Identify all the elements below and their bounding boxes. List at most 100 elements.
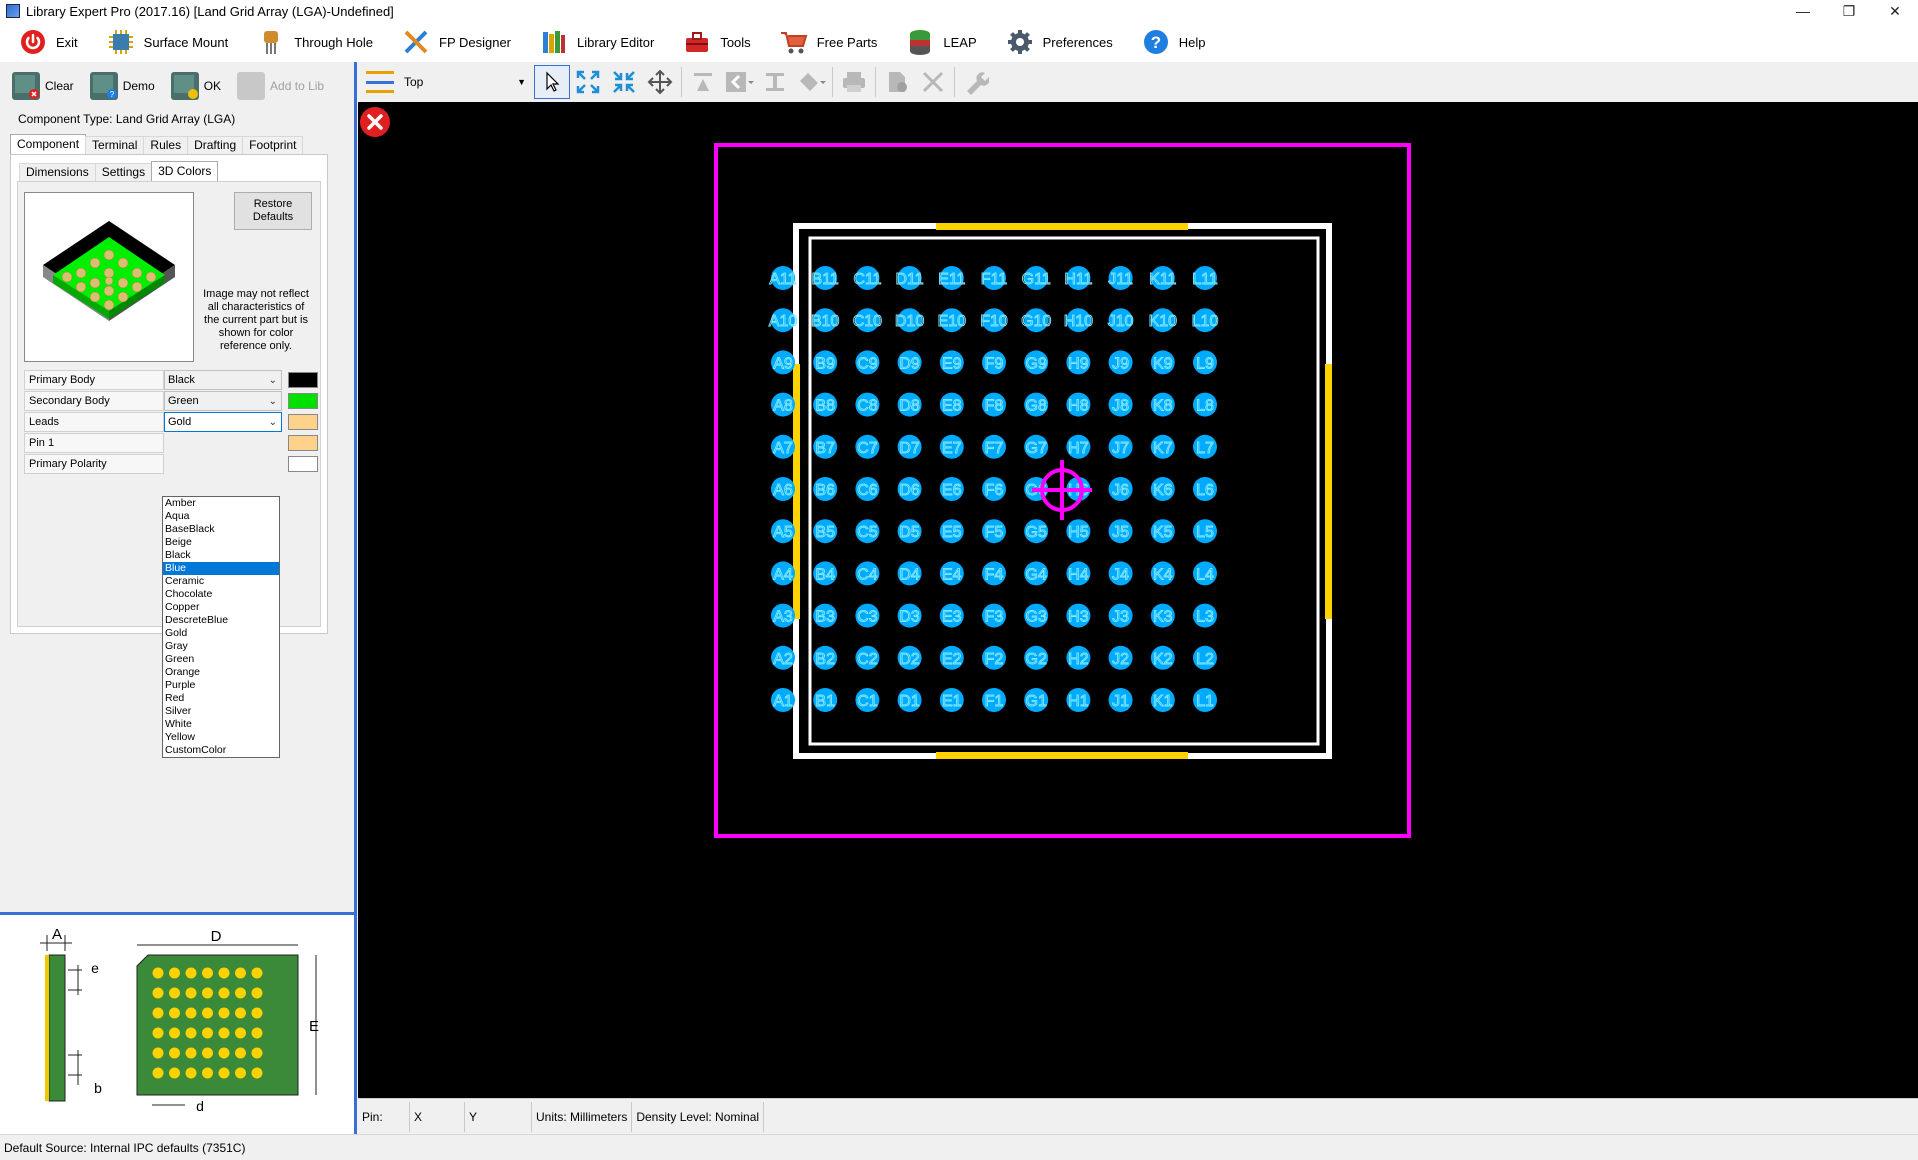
pad[interactable]: K7	[1150, 434, 1175, 459]
align-button[interactable]	[685, 65, 721, 99]
menu-free-parts[interactable]: Free Parts	[761, 22, 888, 62]
pad[interactable]: E10	[937, 308, 967, 333]
pad[interactable]: J6	[1108, 477, 1133, 501]
menu-through-hole[interactable]: Through Hole	[238, 22, 383, 62]
pad[interactable]: A11	[769, 266, 797, 290]
select-tool-button[interactable]	[534, 65, 570, 99]
pad[interactable]: A9	[771, 350, 795, 375]
menu-fp-designer[interactable]: FP Designer	[383, 22, 521, 62]
pad[interactable]: K4	[1150, 561, 1175, 586]
pad[interactable]: D1	[897, 688, 922, 712]
pad[interactable]: F5	[982, 519, 1006, 544]
ok-button[interactable]: OK	[170, 72, 221, 100]
tab-dimensions[interactable]: Dimensions	[19, 163, 96, 181]
dropdown-option[interactable]: Yellow	[163, 731, 279, 744]
pad[interactable]: D6	[897, 477, 922, 501]
primary-body-swatch[interactable]	[288, 372, 318, 388]
pad[interactable]: F7	[982, 434, 1006, 459]
pad[interactable]: F6	[982, 477, 1006, 501]
pad[interactable]: D9	[897, 350, 922, 375]
pad[interactable]: H9	[1066, 350, 1091, 375]
spacing-button[interactable]	[757, 65, 793, 99]
dropdown-option-selected[interactable]: Blue	[163, 562, 279, 575]
dropdown-option[interactable]: White	[163, 718, 279, 731]
pad[interactable]: J5	[1108, 519, 1133, 544]
pad[interactable]: D2	[897, 645, 922, 670]
pad[interactable]: C4	[855, 561, 880, 586]
pad[interactable]: B6	[813, 477, 838, 501]
pad[interactable]: C11	[853, 266, 882, 290]
dropdown-option[interactable]: BaseBlack	[163, 523, 279, 536]
pad[interactable]: E5	[939, 519, 964, 544]
pad[interactable]: C6	[855, 477, 880, 501]
pad[interactable]: F3	[982, 603, 1006, 628]
pad[interactable]: J9	[1108, 350, 1133, 375]
layer-select[interactable]: Top ▼	[366, 67, 534, 97]
pad[interactable]: G2	[1024, 645, 1049, 670]
pad[interactable]: G3	[1024, 603, 1049, 628]
pad[interactable]: G5	[1024, 519, 1049, 544]
pad[interactable]: J2	[1108, 645, 1133, 670]
pad[interactable]: D10	[894, 308, 925, 333]
pad[interactable]: J7	[1108, 434, 1133, 459]
tab-component[interactable]: Component	[10, 134, 87, 154]
pad[interactable]: G7	[1024, 434, 1049, 459]
pad[interactable]: K2	[1150, 645, 1175, 670]
pad[interactable]: L5	[1193, 519, 1217, 544]
pad[interactable]: G1	[1024, 688, 1049, 712]
pad[interactable]: J4	[1108, 561, 1133, 586]
tab-rules[interactable]: Rules	[143, 136, 189, 154]
pad[interactable]: H2	[1066, 645, 1091, 670]
dropdown-option[interactable]: Orange	[163, 666, 279, 679]
pad[interactable]: C1	[855, 688, 880, 712]
dropdown-option[interactable]: Beige	[163, 536, 279, 549]
pad[interactable]: L1	[1193, 688, 1217, 712]
add-element-button[interactable]	[879, 65, 915, 99]
dropdown-option[interactable]: Gold	[163, 627, 279, 640]
leads-select[interactable]: Gold ⌄	[164, 412, 282, 432]
pad[interactable]: F11	[980, 266, 1008, 290]
pad[interactable]: G11	[1021, 266, 1051, 290]
pad[interactable]: D3	[897, 603, 922, 628]
pad[interactable]: K3	[1150, 603, 1175, 628]
pad[interactable]: F4	[982, 561, 1006, 586]
pad[interactable]: E1	[939, 688, 964, 712]
footprint-drawing[interactable]: A11 B11 C11 D11 E11 F11 G11 H11 J11 K11 L11 A10 B10 C…	[358, 102, 1918, 1098]
close-window-button[interactable]: ✕	[1872, 0, 1918, 22]
pad[interactable]: B5	[813, 519, 838, 544]
pad[interactable]: B4	[813, 561, 838, 586]
dropdown-option[interactable]: Aqua	[163, 510, 279, 523]
restore-button[interactable]: ❐	[1826, 0, 1872, 22]
menu-exit[interactable]: Exit	[0, 22, 88, 62]
secondary-body-swatch[interactable]	[288, 393, 318, 409]
pad[interactable]: G10	[1021, 308, 1052, 333]
pad[interactable]: H11	[1064, 266, 1093, 290]
pad[interactable]: K10	[1148, 308, 1178, 333]
pad[interactable]: B2	[813, 645, 838, 670]
pad[interactable]: H4	[1066, 561, 1091, 586]
pad[interactable]: L2	[1193, 645, 1217, 670]
pad[interactable]: H1	[1066, 688, 1091, 712]
pad[interactable]: A6	[771, 477, 795, 501]
menu-leap[interactable]: LEAP	[887, 22, 986, 62]
tab-3d-colors[interactable]: 3D Colors	[151, 161, 219, 181]
tab-drafting[interactable]: Drafting	[187, 136, 244, 154]
pad[interactable]: B11	[811, 266, 839, 290]
pad[interactable]: H5	[1066, 519, 1091, 544]
pad[interactable]: D11	[895, 266, 924, 290]
pad[interactable]: F9	[982, 350, 1006, 375]
tab-settings[interactable]: Settings	[94, 163, 153, 181]
pad[interactable]: D4	[897, 561, 922, 586]
pad[interactable]: B7	[813, 434, 838, 459]
pad[interactable]: C7	[855, 434, 880, 459]
pan-button[interactable]	[642, 65, 678, 99]
pad[interactable]: B1	[813, 688, 838, 712]
demo-button[interactable]: ? Demo	[89, 72, 155, 100]
pad[interactable]: C5	[855, 519, 880, 544]
pad[interactable]: J3	[1108, 603, 1133, 628]
primary-body-select[interactable]: Black ⌄	[164, 370, 282, 390]
close-canvas-icon[interactable]	[360, 107, 390, 137]
pad[interactable]: L3	[1193, 603, 1217, 628]
dropdown-option[interactable]: Purple	[163, 679, 279, 692]
back-button[interactable]	[721, 65, 757, 99]
